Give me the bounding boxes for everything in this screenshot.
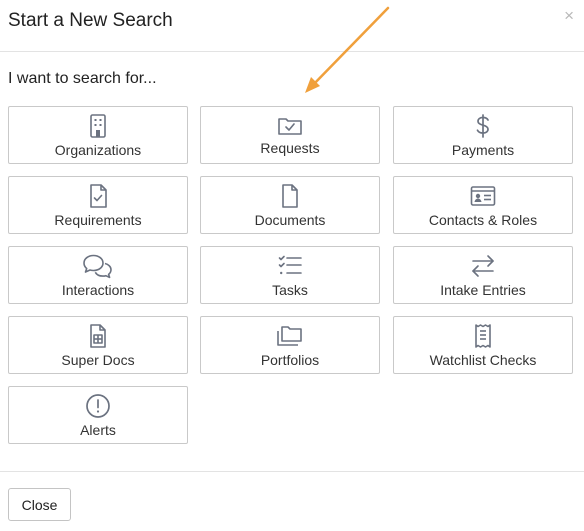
id-card-icon [394,183,572,209]
tile-organizations[interactable]: Organizations [8,106,188,164]
search-dialog: Start a New Search × I want to search fo… [0,0,584,530]
dialog-footer: Close [0,471,584,531]
close-icon[interactable]: × [564,6,574,26]
tile-label: Payments [451,142,515,158]
tile-label: Tasks [272,282,308,298]
task-list-icon [201,253,379,279]
tile-label: Contacts & Roles [428,212,538,228]
tile-label: Requirements [54,212,142,228]
tile-requirements[interactable]: Requirements [8,176,188,234]
chat-bubbles-icon [9,253,187,279]
tile-label: Portfolios [260,352,320,368]
building-icon [9,113,187,139]
tile-portfolios[interactable]: Portfolios [200,316,380,374]
tile-label: Alerts [80,422,116,438]
tile-documents[interactable]: Documents [200,176,380,234]
tile-label: Interactions [61,282,135,298]
tile-contacts-roles[interactable]: Contacts & Roles [393,176,573,234]
spreadsheet-doc-icon [9,323,187,349]
folder-check-icon [201,113,379,139]
tile-requests[interactable]: Requests [200,106,380,164]
tile-intake-entries[interactable]: Intake Entries [393,246,573,304]
receipt-icon [394,323,572,349]
alert-circle-icon [9,393,187,419]
tile-watchlist-checks[interactable]: Watchlist Checks [393,316,573,374]
dialog-header: Start a New Search × [0,0,584,52]
close-button[interactable]: Close [8,488,71,521]
document-icon [201,183,379,209]
search-prompt: I want to search for... [8,70,157,87]
tile-payments[interactable]: Payments [393,106,573,164]
tile-interactions[interactable]: Interactions [8,246,188,304]
tile-label: Requests [260,140,320,156]
dialog-title: Start a New Search [8,10,173,31]
dollar-icon [394,113,572,139]
file-check-icon [9,183,187,209]
tile-super-docs[interactable]: Super Docs [8,316,188,374]
tile-label: Organizations [54,142,142,158]
tile-label: Super Docs [61,352,135,368]
arrows-exchange-icon [394,253,572,279]
tile-tasks[interactable]: Tasks [200,246,380,304]
tile-label: Intake Entries [440,282,526,298]
tile-label: Watchlist Checks [429,352,537,368]
tile-alerts[interactable]: Alerts [8,386,188,444]
tile-label: Documents [254,212,326,228]
folders-icon [201,323,379,349]
